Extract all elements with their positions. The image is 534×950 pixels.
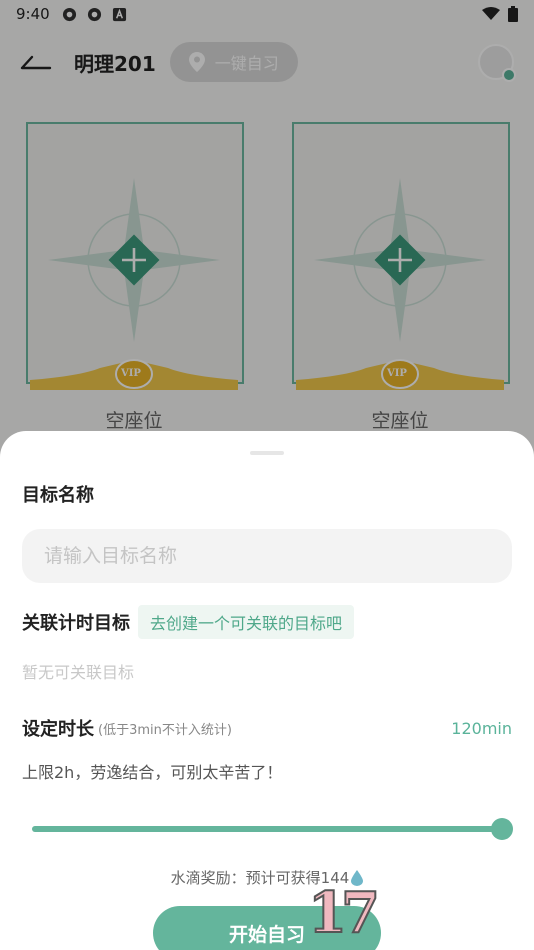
sheet-handle[interactable] <box>250 451 284 455</box>
duration-label: 设定时长 <box>22 719 94 740</box>
slider-fill <box>32 826 502 832</box>
floating-number: 17 <box>307 879 381 947</box>
duration-slider[interactable] <box>32 817 513 841</box>
goal-name-input[interactable] <box>22 529 512 583</box>
linked-goal-row: 关联计时目标 去创建一个可关联的目标吧 <box>22 605 512 639</box>
slider-thumb[interactable] <box>491 818 513 840</box>
goal-name-label: 目标名称 <box>22 485 94 506</box>
reward-row: 水滴奖励：预计可获得144 <box>22 867 512 888</box>
duration-value: 120min <box>451 718 512 738</box>
duration-hint: 上限2h，劳逸结合，可别太辛苦了！ <box>22 763 283 782</box>
bottom-sheet: 目标名称 关联计时目标 去创建一个可关联的目标吧 暂无可关联目标 设定时长 (低… <box>0 431 534 950</box>
duration-row: 设定时长 (低于3min不计入统计) 120min <box>22 715 512 741</box>
no-goal-text: 暂无可关联目标 <box>22 663 135 682</box>
linked-goal-label: 关联计时目标 <box>22 613 130 634</box>
create-goal-link[interactable]: 去创建一个可关联的目标吧 <box>138 605 355 639</box>
duration-note: (低于3min不计入统计) <box>98 722 232 738</box>
